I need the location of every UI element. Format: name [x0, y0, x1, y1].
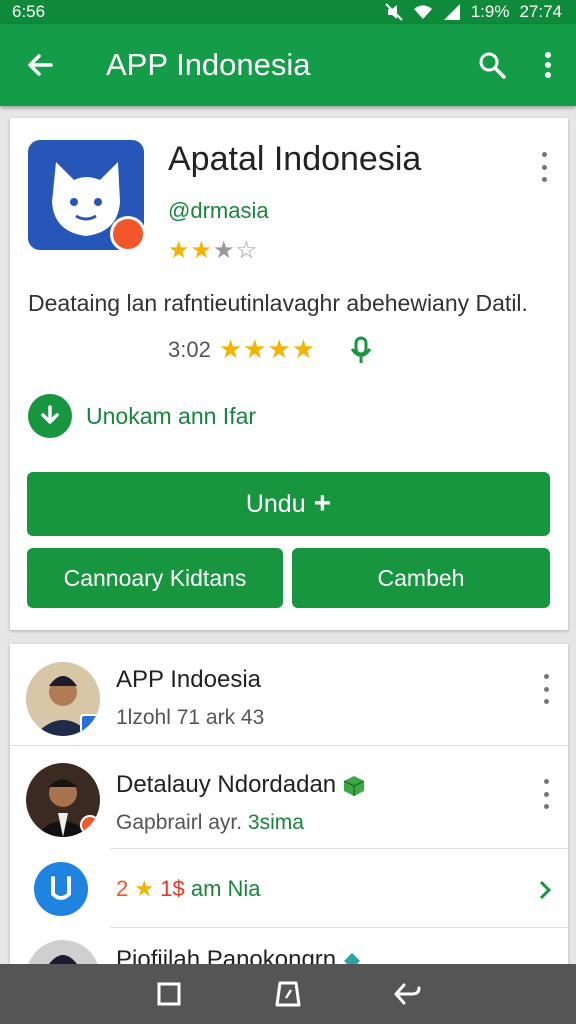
- download-label: Unokam ann Ifar: [86, 402, 257, 429]
- back-nav-icon[interactable]: [387, 974, 427, 1014]
- stat-label: am Nia: [190, 876, 261, 901]
- secondary-button-left[interactable]: Cannoary Kidtans: [27, 548, 283, 608]
- related-list-card: APP Indoesia 1lzohl 71 ark 43 Detalauy N…: [10, 644, 568, 984]
- chevron-right-icon[interactable]: [538, 880, 552, 900]
- list-item-title-text: Detalauy Ndordadan: [116, 771, 337, 798]
- app-bar: APP Indonesia: [0, 24, 576, 106]
- app-icon-badge: [110, 216, 146, 252]
- rating-summary: 3:02 ★★★★: [168, 334, 372, 365]
- list-item-subtitle-prefix: Gapbrairl ayr.: [116, 811, 243, 834]
- app-description: Deataing lan rafntieutinlavaghr abehewia…: [28, 290, 528, 316]
- avatar-badge: [80, 714, 100, 734]
- divider: [110, 848, 568, 849]
- more-vert-icon[interactable]: [520, 24, 576, 106]
- stat-number-1: 2: [116, 876, 129, 901]
- app-logo-avatar: [34, 862, 88, 916]
- list-item-more-icon[interactable]: [538, 779, 554, 809]
- download-icon: [28, 394, 72, 438]
- home-icon[interactable]: [268, 974, 308, 1014]
- battery-percent: 1:9%: [470, 2, 510, 21]
- list-item-subtitle-accent: 3sima: [247, 811, 304, 834]
- status-clock: 27:74: [519, 2, 562, 21]
- list-item-title: APP Indoesia: [116, 666, 261, 693]
- verified-cube-icon: [343, 775, 365, 796]
- rating-filled-stars: ★★: [168, 237, 214, 264]
- divider: [10, 745, 568, 746]
- stat-number-2: 1: [160, 876, 173, 901]
- plus-icon: +: [313, 487, 332, 520]
- recent-apps-icon[interactable]: [149, 974, 189, 1014]
- rating-count: 3:02: [168, 336, 211, 362]
- status-icons: 1:9% 27:74: [384, 2, 562, 22]
- search-icon[interactable]: [464, 24, 520, 106]
- mute-icon: [384, 3, 403, 21]
- list-item[interactable]: APP Indoesia 1lzohl 71 ark 43: [10, 644, 568, 746]
- app-icon[interactable]: [28, 140, 146, 252]
- avatar: [26, 763, 100, 837]
- avatar-badge: [80, 815, 100, 835]
- app-handle[interactable]: @drmasia: [168, 198, 269, 224]
- list-item[interactable]: 2 ★ 1$ am Nia: [10, 850, 568, 928]
- download-info[interactable]: Unokam ann Ifar: [28, 394, 256, 438]
- app-rating-stars: ★★★☆: [168, 236, 258, 265]
- star-icon: ★: [134, 876, 155, 901]
- page-title: APP Indonesia: [106, 47, 311, 82]
- system-nav-bar: [0, 964, 576, 1024]
- app-detail-card: Apatal Indonesia @drmasia ★★★☆ Deataing …: [10, 118, 568, 630]
- app-name: Apatal Indonesia: [168, 140, 422, 178]
- list-item-subtitle: 1lzohl 71 ark 43: [116, 706, 265, 729]
- divider: [110, 927, 568, 928]
- rating-empty-stars: ★☆: [213, 237, 259, 264]
- wifi-icon: [413, 5, 432, 20]
- list-item-stats: 2 ★ 1$ am Nia: [116, 876, 261, 902]
- card-more-icon[interactable]: [536, 152, 552, 182]
- dollar-icon: $: [172, 876, 185, 901]
- list-item-more-icon[interactable]: [538, 674, 554, 704]
- microphone-icon[interactable]: [350, 336, 372, 364]
- list-item[interactable]: Detalauy Ndordadan Gapbrairl ayr. 3sima: [10, 747, 568, 849]
- list-item-title: Detalauy Ndordadan: [116, 771, 365, 799]
- avatar: [26, 662, 100, 736]
- install-button-label: Undu: [245, 489, 306, 518]
- status-time-left: 6:56: [12, 2, 46, 21]
- back-arrow-icon[interactable]: [0, 24, 80, 106]
- install-button[interactable]: Undu +: [27, 472, 550, 536]
- signal-icon: [443, 4, 460, 20]
- list-item-subtitle: Gapbrairl ayr. 3sima: [116, 811, 304, 835]
- rating-display-stars: ★★★★: [218, 334, 317, 364]
- secondary-button-right[interactable]: Cambeh: [292, 548, 550, 608]
- status-bar: 6:56 1:9% 27:74: [0, 0, 576, 24]
